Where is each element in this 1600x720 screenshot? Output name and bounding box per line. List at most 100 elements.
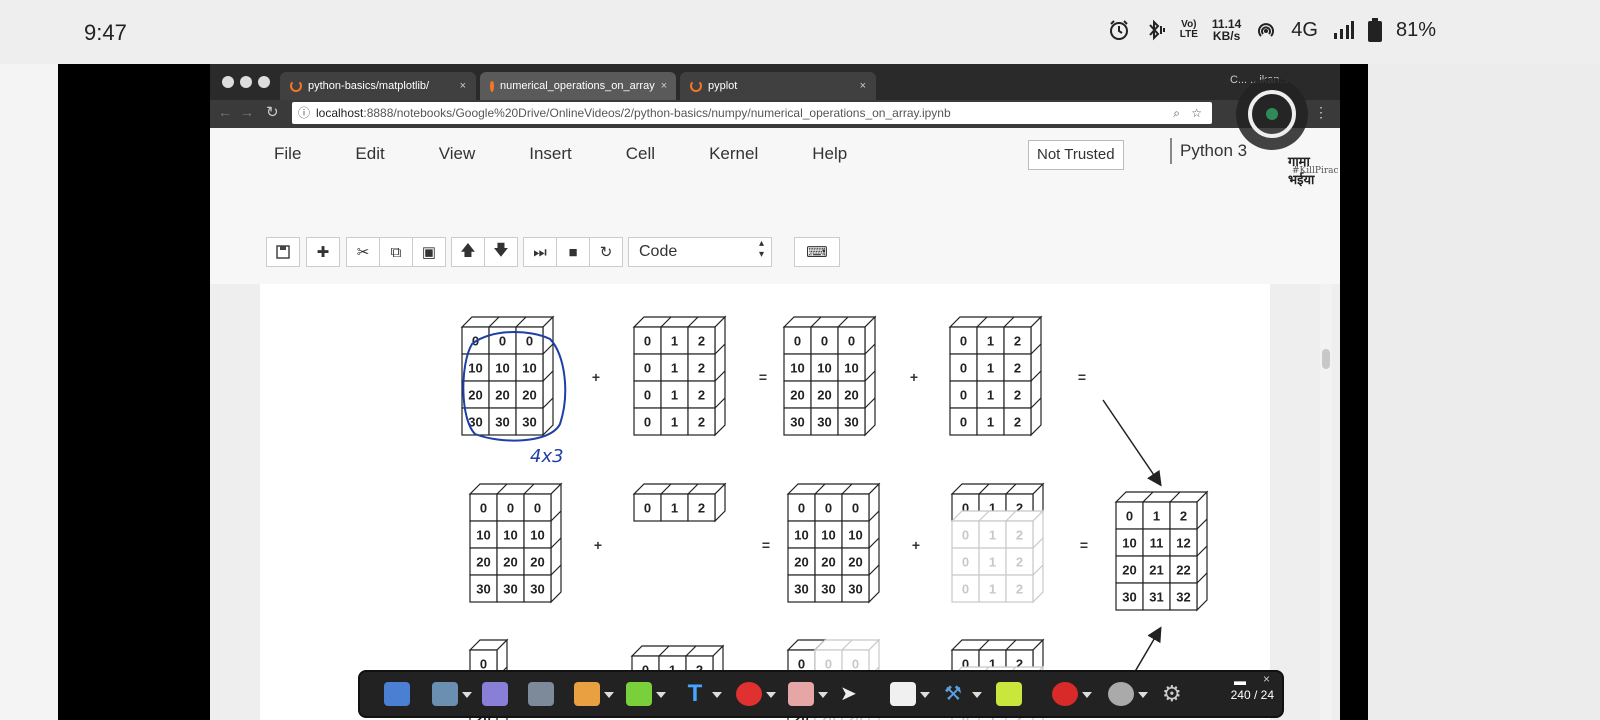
forward-icon[interactable]: →	[240, 104, 254, 120]
info-icon[interactable]: ⓘ	[298, 102, 310, 124]
chevron-down-icon[interactable]	[712, 692, 722, 698]
row2-a-value: 20	[530, 555, 544, 570]
row2-c-value: 20	[821, 555, 835, 570]
row2-c-top	[786, 483, 881, 495]
result-value: 21	[1149, 563, 1163, 578]
tab-close-icon[interactable]: ×	[661, 80, 667, 92]
row2-a-value: 20	[503, 555, 517, 570]
restart-icon[interactable]: ↻	[589, 237, 623, 267]
chevron-down-icon[interactable]	[462, 692, 472, 698]
tab-numerical-operations[interactable]: numerical_operations_on_array ×	[480, 72, 676, 100]
back-icon[interactable]: ←	[218, 104, 232, 120]
tab-pyplot[interactable]: pyplot ×	[680, 72, 876, 100]
selection-icon[interactable]	[996, 682, 1022, 706]
stop-icon[interactable]: ■	[556, 237, 590, 267]
menu-view[interactable]: View	[431, 138, 484, 170]
menu-edit[interactable]: Edit	[347, 138, 392, 170]
highlighter-icon[interactable]	[626, 682, 652, 706]
close-icon[interactable]: ×	[1263, 672, 1270, 686]
menu-help[interactable]: Help	[804, 138, 855, 170]
status-bar: 9:47 Vo) LTE 11.14 KB/s 4G 81%	[0, 0, 1600, 64]
gear-icon[interactable]: ⚙	[1162, 682, 1188, 706]
watermark-logo	[1236, 78, 1308, 150]
chevron-down-icon[interactable]	[656, 692, 666, 698]
not-trusted-button[interactable]: Not Trusted	[1028, 140, 1124, 170]
row2-c-value: 20	[848, 555, 862, 570]
result-value: 11	[1150, 536, 1164, 551]
bookmark-star-icon[interactable]: ☆	[1191, 102, 1202, 124]
keyboard-icon[interactable]: ⌨	[794, 237, 840, 267]
zoom-icon[interactable]: ⌕	[1173, 102, 1180, 124]
move-down-icon[interactable]: 🡇	[484, 237, 518, 267]
chevron-down-icon[interactable]	[818, 692, 828, 698]
reload-icon[interactable]: ↻	[266, 103, 279, 121]
row1-c-value: 0	[821, 334, 828, 349]
chevron-down-icon[interactable]	[604, 692, 614, 698]
row1-c-value: 10	[790, 361, 804, 376]
status-icons: Vo) LTE 11.14 KB/s 4G 81%	[1108, 18, 1436, 42]
save-icon[interactable]	[266, 237, 300, 267]
window-close-dot[interactable]	[222, 76, 234, 88]
row1-b-value: 0	[644, 334, 651, 349]
url-field[interactable]: ⓘ localhost:8888/notebooks/Google%20Driv…	[292, 102, 1212, 124]
eraser-icon[interactable]	[788, 682, 814, 706]
copy-icon[interactable]: ⧉	[379, 237, 413, 267]
row1-d-top	[948, 316, 1043, 328]
cursor-icon[interactable]: ➤	[840, 682, 866, 706]
shapes-icon[interactable]	[736, 682, 762, 706]
insert-cell-icon[interactable]: ✚	[306, 237, 340, 267]
tab-close-icon[interactable]: ×	[460, 80, 466, 92]
text-tool-icon[interactable]: T	[682, 682, 708, 706]
chevron-down-icon[interactable]	[972, 692, 982, 698]
pen-icon[interactable]	[574, 682, 600, 706]
result-value: 2	[1180, 509, 1187, 524]
notebook-area: 0 0 0 10 10 10 20 20 20 30 30 30 +0 1 2 0 1 2 0 1 2 0 1 2 = 0 0 0 10…	[210, 284, 1340, 720]
result-value: 30	[1122, 590, 1136, 605]
paste-icon[interactable]: ▣	[412, 237, 446, 267]
window-zoom-dot[interactable]	[258, 76, 270, 88]
cell-type-select[interactable]: Code	[628, 237, 772, 267]
window-minimize-dot[interactable]	[240, 76, 252, 88]
row1-d-value: 1	[987, 415, 994, 430]
tab-matplotlib[interactable]: python-basics/matplotlib/ ×	[280, 72, 476, 100]
row2-b-value: 2	[698, 501, 705, 516]
menu-file[interactable]: File	[266, 138, 309, 170]
eraser-board-icon[interactable]	[528, 682, 554, 706]
row1-b-value: 2	[698, 361, 705, 376]
row2-d-faded-value: 2	[1016, 555, 1023, 570]
board-color-icon[interactable]	[890, 682, 916, 706]
row2-d-faded-value: 0	[962, 582, 969, 597]
tab-close-icon[interactable]: ×	[860, 80, 866, 92]
chevron-down-icon[interactable]	[766, 692, 776, 698]
screen-capture-icon[interactable]	[432, 682, 458, 706]
record-icon[interactable]	[1052, 682, 1078, 706]
row1-c-value: 20	[817, 388, 831, 403]
row2-a-value: 10	[476, 528, 490, 543]
webcam-icon[interactable]	[1108, 682, 1134, 706]
cut-icon[interactable]: ✂	[346, 237, 380, 267]
menu-cell[interactable]: Cell	[618, 138, 663, 170]
move-up-icon[interactable]: 🡅	[451, 237, 485, 267]
scroll-thumb[interactable]	[1322, 349, 1330, 369]
arrow-to-result	[1102, 399, 1162, 487]
row2-a-value: 0	[480, 501, 487, 516]
browser-menu-icon[interactable]: ⋮	[1314, 104, 1328, 121]
row1-b-value: 1	[671, 334, 678, 349]
row2-d-faded-value: 0	[962, 555, 969, 570]
chevron-down-icon[interactable]	[920, 692, 930, 698]
plus-sign: +	[910, 369, 918, 385]
chevron-down-icon[interactable]	[1082, 692, 1092, 698]
row3-b-top	[630, 645, 725, 657]
pin-icon[interactable]	[384, 682, 410, 706]
run-icon[interactable]: ⏭	[523, 237, 557, 267]
menu-insert[interactable]: Insert	[521, 138, 580, 170]
hammer-icon[interactable]: ⚒	[944, 682, 970, 706]
row1-a-value: 20	[495, 388, 509, 403]
row2-b-top	[632, 483, 727, 495]
row2-c-value: 20	[794, 555, 808, 570]
minimize-icon[interactable]: ▬	[1234, 674, 1246, 688]
menu-kernel[interactable]: Kernel	[701, 138, 766, 170]
row1-a-value: 30	[522, 415, 536, 430]
chevron-down-icon[interactable]	[1138, 692, 1148, 698]
whiteboard-icon[interactable]	[482, 682, 508, 706]
